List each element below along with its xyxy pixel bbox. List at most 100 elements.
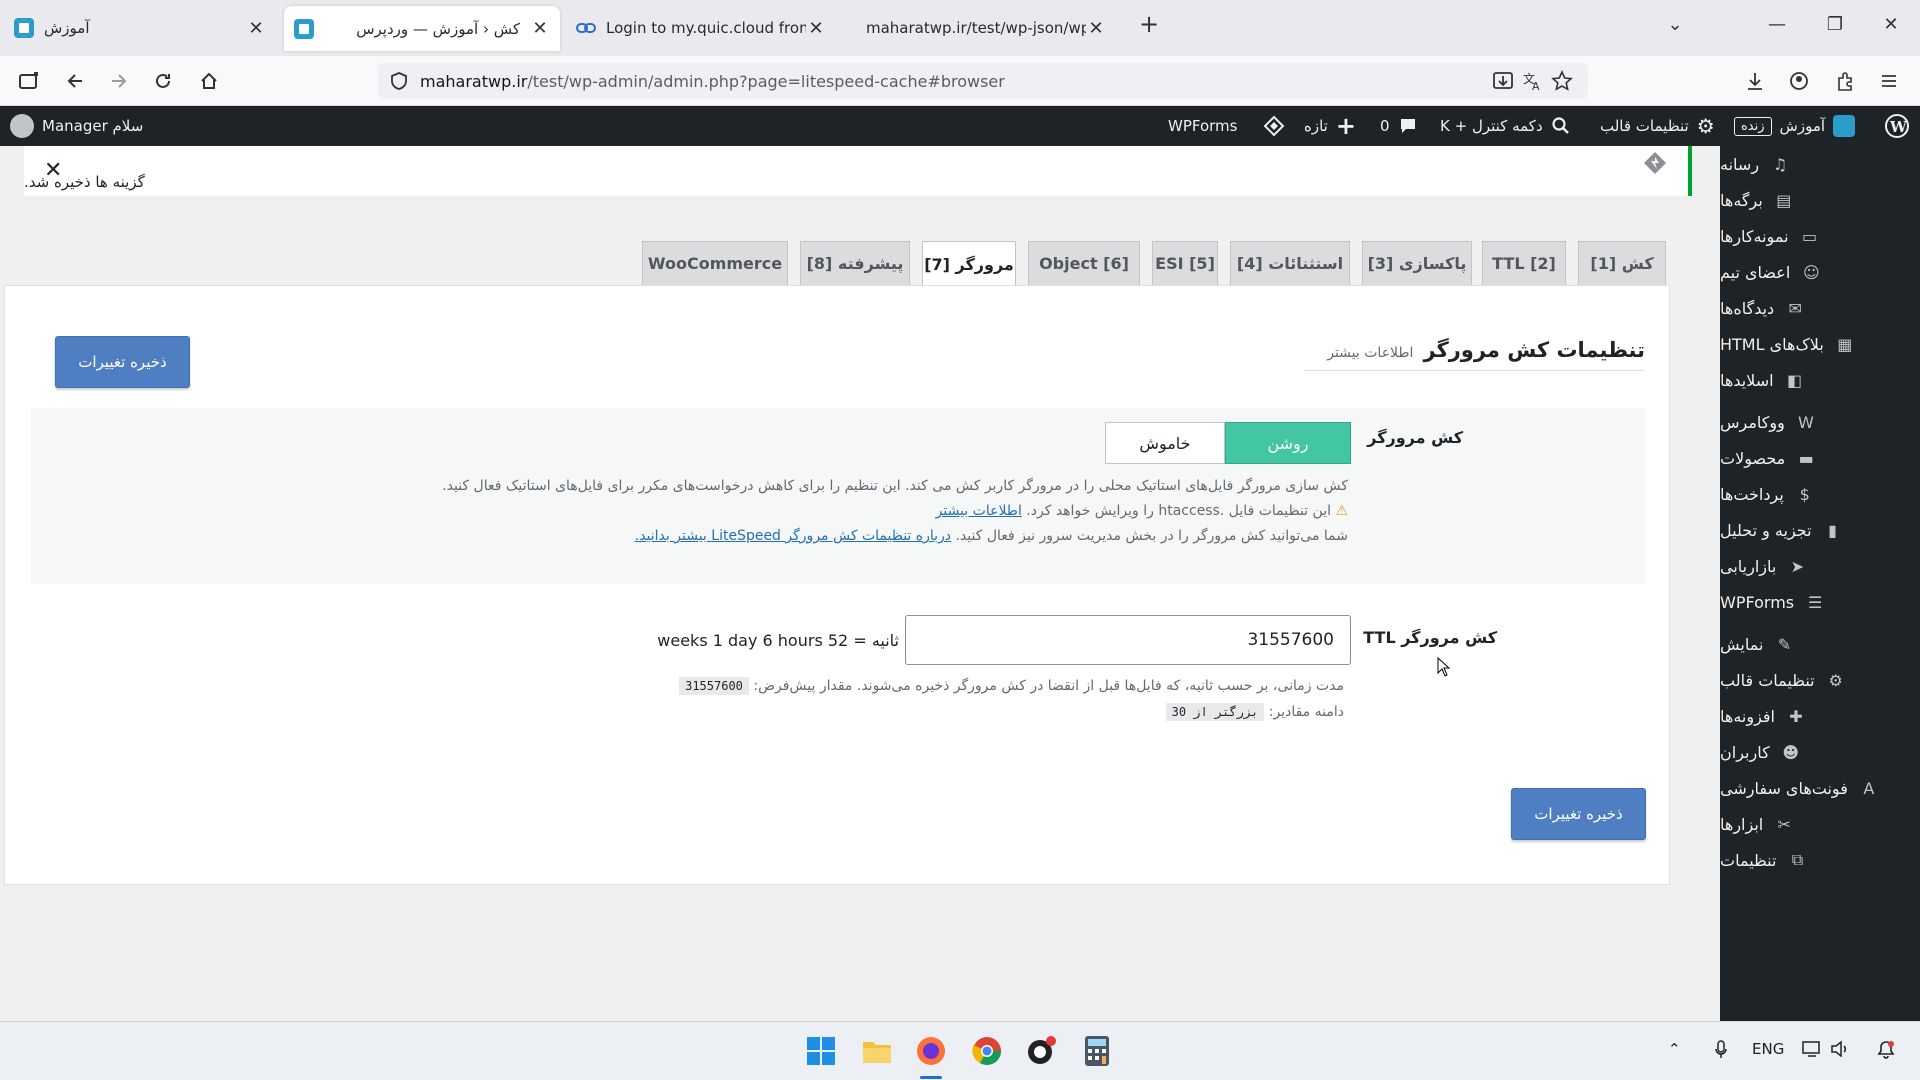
url-domain: maharatwp.ir [420, 71, 528, 91]
windows-start-icon[interactable] [804, 1034, 838, 1068]
command-palette[interactable]: دکمه کنترل + K [1440, 106, 1571, 146]
litespeed-icon [1642, 150, 1668, 176]
tab-browser[interactable]: [7] مرورگر [922, 241, 1016, 286]
browser-tab-1[interactable]: آموزش ✕ [4, 6, 276, 50]
browser-tab-2[interactable]: کش ‹ آموزش — وردپرس ✕ [284, 6, 560, 51]
downloads-icon[interactable] [1742, 68, 1768, 94]
comments-icon: ✉ [1788, 298, 1802, 318]
tab-cache[interactable]: [1] کش [1578, 241, 1666, 285]
account-icon[interactable] [1786, 68, 1812, 94]
calculator-icon[interactable] [1080, 1034, 1114, 1068]
litespeed-docs-link[interactable]: درباره تنظیمات کش مرورگر LiteSpeed بیشتر… [635, 528, 951, 544]
comments-menu[interactable]: 0 [1380, 106, 1418, 146]
sidebar-item[interactable]: ◧ اسلایدها [1720, 362, 1920, 398]
reload-icon[interactable] [150, 68, 176, 94]
browser-tab-3[interactable]: Login to my.quic.cloud from Wo ✕ [566, 6, 836, 50]
tab-esi[interactable]: ESI [5] [1152, 241, 1218, 285]
microphone-icon[interactable] [1714, 1040, 1728, 1060]
tray-chevron-icon[interactable]: ⌃ [1668, 1040, 1681, 1058]
browser-tab-4[interactable]: maharatwp.ir/test/wp-json/wp/v2/p ✕ [846, 6, 1116, 50]
sidebar-item[interactable]: ✉ دیدگاه‌ها [1720, 290, 1920, 326]
firefox-icon[interactable] [914, 1034, 948, 1068]
pages-icon: ▤ [1776, 190, 1792, 210]
save-changes-button-bottom[interactable]: ذخیره تغییرات [1511, 788, 1646, 840]
back-icon[interactable] [62, 68, 88, 94]
wordpress-logo-icon[interactable]: W [1884, 106, 1910, 146]
new-content-menu[interactable]: تازه + [1304, 106, 1356, 146]
media-icon: ♫ [1772, 154, 1788, 174]
diamond-icon[interactable] [1263, 106, 1285, 146]
wpforms-menu[interactable]: WPForms [1168, 106, 1237, 146]
htaccess-warning: ⚠ این تنظیمات فایل .htaccess را ویرایش خ… [936, 503, 1348, 519]
sidebar-item[interactable]: W ووکامرس [1720, 404, 1920, 440]
sidebar-item[interactable]: ▤ برگه‌ها [1720, 182, 1920, 218]
tab-ttl[interactable]: TTL [2] [1482, 241, 1566, 285]
screen-recorder-icon[interactable] [1024, 1034, 1058, 1068]
save-changes-button-top[interactable]: ذخیره تغییرات [55, 336, 190, 388]
sidebar-item-label: بازاریابی [1720, 556, 1777, 576]
url-text[interactable]: maharatwp.ir/test/wp-admin/admin.php?pag… [420, 72, 1005, 91]
shield-icon[interactable] [390, 71, 408, 91]
new-label: تازه [1304, 117, 1328, 135]
sidebar-item[interactable]: ✂ ابزارها [1720, 806, 1920, 842]
my-account[interactable]: سلام Manager [10, 106, 143, 146]
site-name-menu[interactable]: زنده آموزش [1734, 106, 1856, 146]
products-icon: ▬ [1798, 448, 1814, 468]
file-explorer-icon[interactable] [860, 1034, 894, 1068]
sidebar-item[interactable]: ✚ افزونه‌ها [1720, 698, 1920, 734]
menu-icon[interactable] [1876, 68, 1902, 94]
ttl-input[interactable] [905, 615, 1351, 665]
restore-icon[interactable]: ❐ [1820, 14, 1850, 35]
close-tab-icon[interactable]: ✕ [530, 18, 550, 39]
tab-list-chevron-icon[interactable]: ⌄ [1660, 14, 1690, 35]
close-tab-icon[interactable]: ✕ [246, 18, 266, 39]
sidebar-item[interactable]: ♫ رسانه [1720, 146, 1920, 182]
sidebar-item[interactable]: ▭ نمونه‌کارها [1720, 218, 1920, 254]
close-tab-icon[interactable]: ✕ [1086, 18, 1106, 39]
tab-purge[interactable]: [3] پاکسازی [1362, 241, 1472, 285]
sidebar-item[interactable]: ➤ بازاریابی [1720, 548, 1920, 584]
tab-title: maharatwp.ir/test/wp-json/wp/v2/p [866, 19, 1086, 37]
sidebar-item[interactable]: ▦ بلاک‌های HTML [1720, 326, 1920, 362]
network-icon[interactable] [1802, 1040, 1822, 1058]
sidebar-item[interactable]: ⧉ تنظیمات [1720, 842, 1920, 878]
extensions-icon[interactable] [1832, 68, 1858, 94]
tab-object[interactable]: Object [6] [1028, 241, 1140, 285]
sidebar-item[interactable]: ⚙ تنظیمات قالب [1720, 662, 1920, 698]
toggle-off-button[interactable]: خاموش [1105, 422, 1225, 464]
url-bar[interactable]: maharatwp.ir/test/wp-admin/admin.php?pag… [378, 63, 1588, 99]
translate-icon[interactable]: 文A [1522, 70, 1544, 92]
sidebar-toggle-icon[interactable] [16, 68, 42, 94]
sidebar-item[interactable]: ✎ نمایش [1720, 626, 1920, 662]
tab-advanced[interactable]: [8] پیشرفته [800, 241, 910, 285]
volume-icon[interactable] [1830, 1040, 1850, 1058]
sidebar-item[interactable]: ▬ محصولات [1720, 440, 1920, 476]
sidebar-item[interactable]: ▮ تجزیه و تحلیل [1720, 512, 1920, 548]
language-indicator[interactable]: ENG [1752, 1040, 1784, 1058]
warning-more-info-link[interactable]: اطلاعات بیشتر [936, 503, 1022, 519]
forward-icon[interactable] [106, 68, 132, 94]
theme-settings-menu[interactable]: تنظیمات قالب ⚙ [1600, 106, 1715, 146]
toggle-on-button[interactable]: روشن [1225, 422, 1351, 464]
home-icon[interactable] [196, 68, 222, 94]
tab-woocommerce[interactable]: WooCommerce [642, 241, 788, 285]
close-tab-icon[interactable]: ✕ [806, 18, 826, 39]
svg-text:A: A [1532, 80, 1540, 92]
sidebar-item[interactable]: ☰ WPForms [1720, 584, 1920, 620]
new-tab-icon[interactable]: + [1134, 10, 1164, 38]
tab-excludes[interactable]: [4] استثنائات [1230, 241, 1350, 285]
sidebar-item[interactable]: $ پرداخت‌ها [1720, 476, 1920, 512]
bookmark-star-icon[interactable] [1551, 70, 1573, 92]
dismiss-notice-button[interactable]: ✕ [44, 158, 62, 183]
sidebar-item[interactable]: ☻ کاربران [1720, 734, 1920, 770]
install-page-icon[interactable] [1492, 70, 1514, 92]
url-path: /test/wp-admin/admin.php?page=litespeed-… [527, 71, 1005, 91]
minimize-icon[interactable]: — [1762, 14, 1792, 35]
sidebar-item[interactable]: A فونت‌های سفارشی [1720, 770, 1920, 806]
chrome-icon[interactable] [970, 1034, 1004, 1068]
link-icon [576, 22, 596, 34]
more-info-link[interactable]: اطلاعات بیشتر [1327, 345, 1413, 361]
sidebar-item[interactable]: ☺ اعضای تیم [1720, 254, 1920, 290]
window-close-icon[interactable]: ✕ [1876, 14, 1906, 35]
notification-bell-icon[interactable] [1876, 1040, 1896, 1060]
